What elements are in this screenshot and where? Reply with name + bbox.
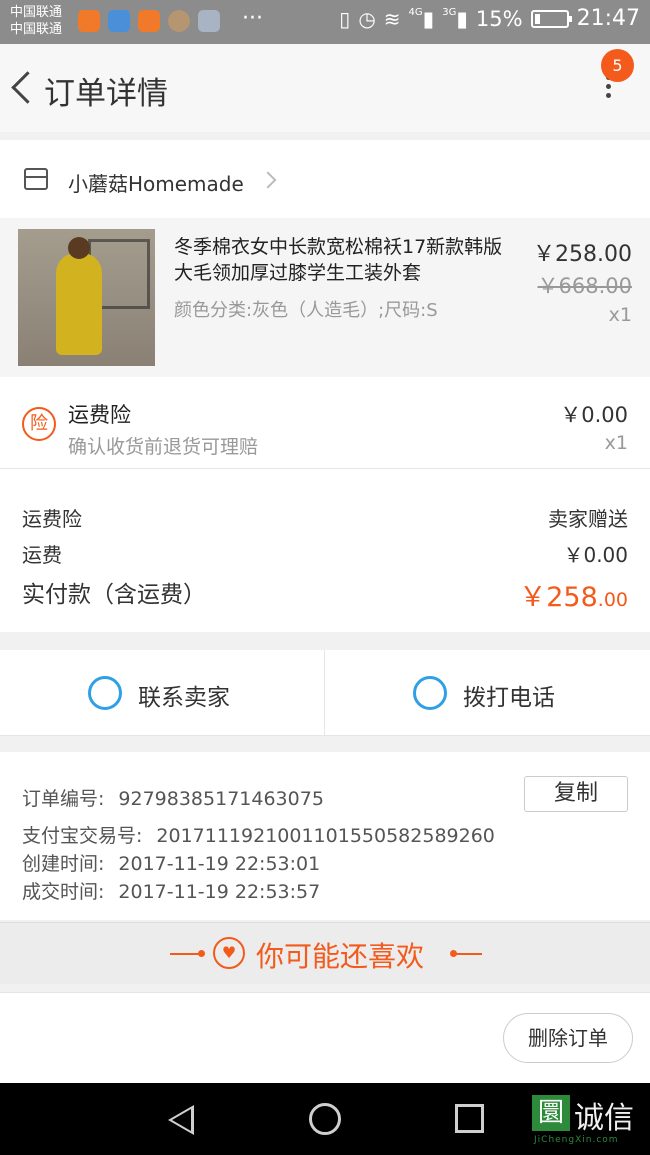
watermark-text: 诚信 xyxy=(574,1101,634,1136)
system-nav-bar: 圜 诚信 JiChengXin.com xyxy=(0,1083,650,1155)
contact-bar: 联系卖家 拨打电话 xyxy=(0,650,650,736)
completed-time-row: 成交时间: 2017-11-19 22:53:57 xyxy=(22,881,321,903)
system-home-icon[interactable] xyxy=(309,1103,341,1135)
product-quantity: x1 xyxy=(608,304,632,326)
created-time-row: 创建时间: 2017-11-19 22:53:01 xyxy=(22,853,321,875)
total-shipping-label: 运费 xyxy=(22,543,62,567)
total-shipping-value: ￥0.00 xyxy=(563,543,628,567)
shop-row[interactable]: 小蘑菇Homemade xyxy=(0,140,650,218)
status-bar: 中国联通 中国联通 ··· ▯ ◷ ≋ 4G▮ 3G▮ 15% 21:47 xyxy=(0,0,650,44)
product-image xyxy=(18,229,155,366)
order-info: 订单编号: 92798385171463075 复制 支付宝交易号: 2017111… xyxy=(0,752,650,920)
action-bar: 删除订单 xyxy=(0,992,650,1083)
carrier-info: 中国联通 中国联通 xyxy=(10,4,62,38)
alipay-number: 2017111921001101550582589260 xyxy=(156,825,495,847)
total-insurance-value: 卖家赠送 xyxy=(548,507,628,531)
order-number: 92798385171463075 xyxy=(118,788,324,810)
alipay-number-row: 支付宝交易号: 2017111921001101550582589260 xyxy=(22,825,495,847)
uc-browser-icon xyxy=(78,10,100,32)
order-number-row: 订单编号: 92798385171463075 xyxy=(22,788,324,810)
total-insurance-label: 运费险 xyxy=(22,507,82,531)
created-time: 2017-11-19 22:53:01 xyxy=(118,853,321,875)
total-paid-label: 实付款（含运费） xyxy=(22,582,206,608)
system-recents-icon[interactable] xyxy=(455,1104,484,1133)
watermark-url: JiChengXin.com xyxy=(534,1135,619,1145)
nav-bar: 订单详情 xyxy=(0,44,650,132)
order-totals: 运费险 卖家赠送 运费 ￥0.00 实付款（含运费） ￥258.00 xyxy=(0,469,650,632)
wifi-icon: ≋ xyxy=(383,6,401,31)
product-original-price: ￥668.00 xyxy=(537,274,632,298)
clock: 21:47 xyxy=(576,6,640,31)
total-insurance-row: 运费险 卖家赠送 xyxy=(22,503,628,532)
total-paid-row: 实付款（含运费） ￥258.00 xyxy=(22,575,628,613)
insurance-subtitle: 确认收货前退货可理赔 xyxy=(68,436,259,458)
status-indicators: ▯ ◷ ≋ 4G▮ 3G▮ 15% 21:47 xyxy=(339,6,640,31)
contact-seller-button[interactable]: 联系卖家 xyxy=(0,650,325,736)
uc-browser-icon xyxy=(138,10,160,32)
more-notifications-icon: ··· xyxy=(242,6,263,31)
completed-time: 2017-11-19 22:53:57 xyxy=(118,881,321,903)
alarm-icon: ◷ xyxy=(358,6,376,31)
carrier-2: 中国联通 xyxy=(10,22,63,37)
message-badge: 5 xyxy=(601,49,634,82)
insurance-quantity: x1 xyxy=(604,432,628,454)
vibrate-icon: ▯ xyxy=(339,6,351,31)
avatar-notification-icon xyxy=(168,10,190,32)
health-app-icon xyxy=(108,10,130,32)
product-spec: 颜色分类:灰色（人造毛）;尺码:S xyxy=(174,300,438,321)
total-paid-value: ￥258.00 xyxy=(519,582,628,613)
signal-3g-icon: 3G▮ xyxy=(442,6,468,31)
product-price: ￥258.00 xyxy=(533,242,632,267)
shop-name: 小蘑菇Homemade xyxy=(68,172,244,196)
insurance-title: 运费险 xyxy=(68,403,131,427)
back-icon[interactable] xyxy=(10,68,32,108)
gallery-icon xyxy=(198,10,220,32)
shipping-insurance-item[interactable]: 险 运费险 确认收货前退货可理赔 ￥0.00 x1 xyxy=(0,377,650,469)
copy-button[interactable]: 复制 xyxy=(524,776,628,812)
recommend-header: ♥ 你可能还喜欢 xyxy=(0,922,650,984)
battery-percent: 15% xyxy=(475,6,523,31)
insurance-icon: 险 xyxy=(22,407,56,441)
contact-seller-label: 联系卖家 xyxy=(138,685,230,711)
recommend-title: 你可能还喜欢 xyxy=(256,940,425,973)
notification-icons xyxy=(78,10,220,32)
delete-order-button[interactable]: 删除订单 xyxy=(503,1013,633,1063)
phone-icon xyxy=(413,676,447,710)
watermark-logo: 圜 xyxy=(532,1095,570,1131)
chevron-right-icon xyxy=(259,171,277,189)
page-title: 订单详情 xyxy=(44,76,168,112)
product-title: 冬季棉衣女中长款宽松棉袄17新款韩版大毛领加厚过膝学生工装外套 xyxy=(174,236,503,284)
call-phone-button[interactable]: 拨打电话 xyxy=(325,650,650,736)
product-item[interactable]: 冬季棉衣女中长款宽松棉袄17新款韩版大毛领加厚过膝学生工装外套 颜色分类:灰色（… xyxy=(0,218,650,377)
call-phone-label: 拨打电话 xyxy=(463,685,555,711)
total-shipping-row: 运费 ￥0.00 xyxy=(22,539,628,568)
watermark: 圜 诚信 JiChengXin.com xyxy=(530,1093,648,1151)
insurance-price: ￥0.00 xyxy=(560,403,628,427)
store-icon xyxy=(24,168,48,190)
system-back-icon[interactable] xyxy=(168,1105,194,1135)
heart-icon: ♥ xyxy=(213,937,245,969)
battery-icon xyxy=(530,9,572,28)
chat-icon xyxy=(88,676,122,710)
carrier-1: 中国联通 xyxy=(10,5,63,20)
signal-4g-icon: 4G▮ xyxy=(408,6,435,31)
